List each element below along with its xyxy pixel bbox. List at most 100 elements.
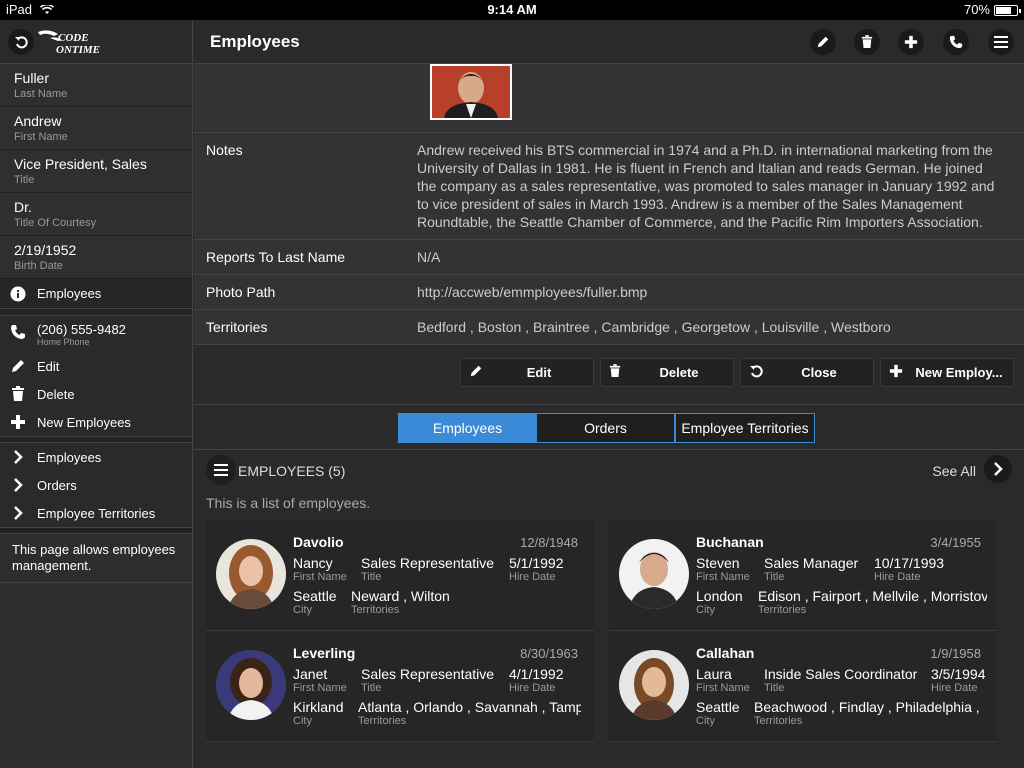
sidebar-item-phone[interactable]: (206) 555-9482 Home Phone [0, 316, 192, 352]
hire-date-value: 5/1/1992 [509, 555, 564, 571]
sidebar-actions: (206) 555-9482 Home Phone Edit Delete New… [0, 316, 192, 436]
title-label: Title [764, 682, 785, 694]
hire-date-value: 3/5/1994 [931, 666, 986, 682]
add-button[interactable] [898, 29, 924, 55]
territories-value: Edison , Fairport , Mellvile , Morristov [758, 588, 987, 604]
hire-date-cell: 10/17/1993 Hire Date [874, 555, 944, 583]
city-cell: Seattle City [696, 699, 740, 727]
title-cell: Sales Representative Title [361, 555, 494, 583]
birth-date: 1/9/1958 [930, 646, 981, 661]
field-label: Last Name [14, 88, 68, 100]
field-label: Birth Date [14, 260, 63, 272]
detail-label: Notes [206, 142, 243, 158]
field-label: First Name [14, 131, 68, 143]
employee-card[interactable]: Davolio 12/8/1948 Nancy First Name Sales … [206, 520, 594, 631]
avatar [216, 650, 286, 720]
divider [0, 309, 192, 316]
city-label: City [293, 604, 312, 616]
divider [0, 527, 192, 534]
employee-card[interactable]: Leverling 8/30/1963 Janet First Name Sale… [206, 631, 594, 742]
battery-percent: 70% [963, 2, 990, 17]
hamburger-icon [994, 36, 1008, 48]
birth-date: 3/4/1955 [930, 535, 981, 550]
territories-value: Beachwood , Findlay , Philadelphia , [754, 699, 980, 715]
field-label: Title Of Courtesy [14, 217, 97, 229]
avatar [619, 650, 689, 720]
first-name-value: Janet [293, 666, 328, 682]
sidebar-item-label: Delete [37, 386, 75, 402]
sidebar-link-employee-territories[interactable]: Employee Territories [0, 499, 192, 527]
menu-button[interactable] [988, 29, 1014, 55]
employee-last-name: Callahan [696, 645, 755, 661]
phone-icon [949, 35, 963, 49]
hire-date-cell: 5/1/1992 Hire Date [509, 555, 564, 583]
field-first-name: Andrew First Name [0, 107, 192, 150]
territories-cell: Edison , Fairport , Mellvile , Morristov… [758, 588, 987, 616]
sidebar-link-employees[interactable]: Employees [0, 443, 192, 471]
chevron-right-icon [10, 449, 26, 465]
hire-date-label: Hire Date [874, 571, 921, 583]
list-header: EMPLOYEES (5) See All [194, 450, 1024, 490]
territories-label: Territories [758, 604, 807, 616]
first-name-cell: Laura First Name [696, 666, 750, 694]
new-employee-action-button[interactable]: New Employ... [880, 358, 1014, 387]
territories-value: Bedford , Boston , Braintree , Cambridge… [417, 319, 891, 335]
city-label: City [293, 715, 312, 727]
sidebar-item-info[interactable]: Employees [0, 279, 192, 309]
tab-orders[interactable]: Orders [536, 413, 675, 443]
field-value: Fuller [14, 70, 50, 86]
edit-action-button[interactable]: Edit [460, 358, 594, 387]
info-icon [10, 286, 26, 302]
hire-date-label: Hire Date [509, 571, 556, 583]
sidebar-item-new[interactable]: New Employees [0, 408, 192, 436]
svg-text:CODE: CODE [58, 32, 89, 44]
hire-date-label: Hire Date [509, 682, 556, 694]
title-value: Inside Sales Coordinator [764, 666, 918, 682]
chevron-right-icon [994, 462, 1003, 476]
city-cell: Seattle City [293, 588, 337, 616]
clock: 9:14 AM [487, 2, 537, 17]
city-value: Kirkland [293, 699, 344, 715]
territories-cell: Neward , Wilton Territories [351, 588, 581, 616]
see-all-button[interactable] [984, 455, 1012, 483]
back-arrow-icon [15, 36, 28, 49]
see-all-link[interactable]: See All [932, 463, 976, 479]
sidebar-item-label: Edit [37, 358, 60, 374]
detail-label: Photo Path [206, 284, 276, 300]
tab-employees[interactable]: Employees [398, 413, 537, 443]
employee-card[interactable]: Callahan 1/9/1958 Laura First Name Inside… [609, 631, 997, 742]
delete-button[interactable] [854, 29, 880, 55]
tab-bar: Employees Orders Employee Territories [194, 405, 1024, 450]
tab-employee-territories[interactable]: Employee Territories [675, 413, 815, 443]
action-bar: Edit Delete Close New Employ... [194, 345, 1024, 405]
title-cell: Inside Sales Coordinator Title [764, 666, 917, 694]
call-button[interactable] [943, 29, 969, 55]
territories-label: Territories [351, 604, 400, 616]
avatar [216, 539, 286, 609]
back-button[interactable] [8, 29, 34, 55]
field-label: Title [14, 174, 35, 186]
sidebar-item-delete[interactable]: Delete [0, 380, 192, 408]
sidebar-link-orders[interactable]: Orders [0, 471, 192, 499]
svg-text:ONTIME: ONTIME [56, 44, 100, 56]
list-menu-button[interactable] [206, 455, 236, 485]
employee-last-name: Leverling [293, 645, 356, 661]
employee-card[interactable]: Buchanan 3/4/1955 Steven First Name Sales… [609, 520, 997, 631]
field-value: 2/19/1952 [14, 242, 77, 258]
sidebar-link-label: Employee Territories [37, 505, 156, 521]
city-value: Seattle [293, 588, 337, 604]
sidebar-item-label: Employees [37, 286, 102, 301]
hire-date-cell: 4/1/1992 Hire Date [509, 666, 564, 694]
hire-date-label: Hire Date [931, 682, 978, 694]
detail-row-notes: Notes Andrew received his BTS commercial… [194, 133, 1024, 240]
edit-button[interactable] [810, 29, 836, 55]
city-label: City [696, 715, 715, 727]
close-action-button[interactable]: Close [740, 358, 874, 387]
sidebar-item-edit[interactable]: Edit [0, 352, 192, 380]
phone-number: (206) 555-9482 [37, 321, 126, 337]
territories-cell: Atlanta , Orlando , Savannah , Tamp Terri… [358, 699, 581, 727]
field-title: Vice President, Sales Title [0, 150, 192, 193]
plus-icon [904, 35, 918, 49]
field-last-name: Fuller Last Name [0, 64, 192, 107]
delete-action-button[interactable]: Delete [600, 358, 734, 387]
